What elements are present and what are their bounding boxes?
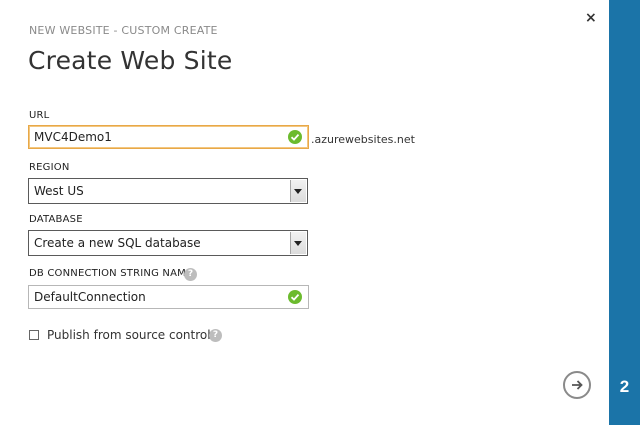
help-icon[interactable]: ? <box>209 329 222 342</box>
dialog-title: Create Web Site <box>28 46 233 75</box>
wizard-step-rail: 2 <box>609 0 640 425</box>
next-button[interactable] <box>563 371 591 399</box>
check-circle-icon <box>288 130 302 144</box>
dialog-subtitle: NEW WEBSITE - CUSTOM CREATE <box>29 24 218 37</box>
help-icon[interactable]: ? <box>184 268 197 281</box>
check-circle-icon <box>288 290 302 304</box>
region-selected-value: West US <box>34 184 84 198</box>
url-input[interactable]: MVC4Demo1 <box>28 125 309 149</box>
step-number: 2 <box>619 377 630 396</box>
create-website-dialog: × NEW WEBSITE - CUSTOM CREATE Create Web… <box>0 0 609 425</box>
db-connection-input[interactable]: DefaultConnection <box>28 285 309 309</box>
chevron-down-icon[interactable] <box>290 232 306 254</box>
db-connection-label: DB CONNECTION STRING NAME <box>29 268 193 279</box>
url-domain-suffix: .azurewebsites.net <box>311 133 415 146</box>
db-connection-input-value: DefaultConnection <box>34 290 146 304</box>
publish-checkbox[interactable] <box>29 330 39 340</box>
database-selected-value: Create a new SQL database <box>34 236 201 250</box>
close-button[interactable]: × <box>585 11 597 25</box>
region-select[interactable]: West US <box>28 178 308 204</box>
url-label: URL <box>29 110 50 121</box>
chevron-down-icon[interactable] <box>290 180 306 202</box>
database-select[interactable]: Create a new SQL database <box>28 230 308 256</box>
publish-checkbox-label[interactable]: Publish from source control <box>47 328 211 342</box>
region-label: REGION <box>29 162 70 173</box>
arrow-right-icon <box>572 380 583 390</box>
database-label: DATABASE <box>29 214 83 225</box>
url-input-value: MVC4Demo1 <box>34 130 112 144</box>
